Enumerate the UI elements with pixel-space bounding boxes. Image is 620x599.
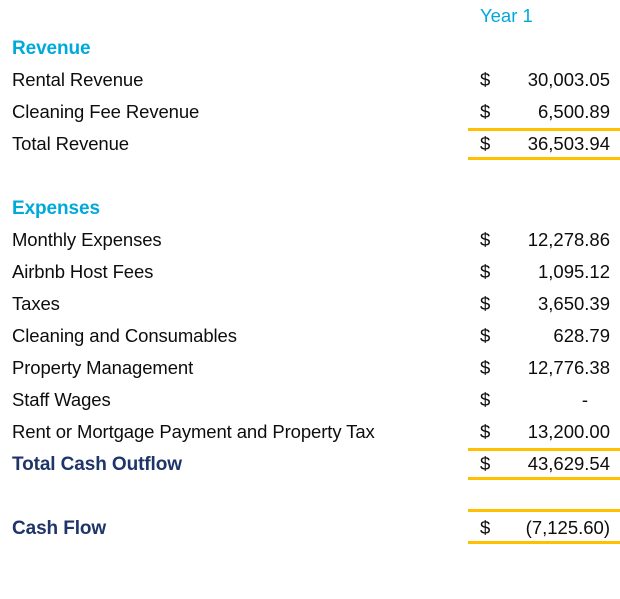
cash-flow-label: Cash Flow: [12, 517, 107, 539]
amount: -: [581, 388, 588, 410]
line-item-label: Airbnb Host Fees: [12, 260, 154, 282]
line-item-value: $ 3,650.39: [468, 288, 620, 320]
total-cash-outflow-label: Total Cash Outflow: [12, 453, 182, 475]
amount: 36,503.94: [527, 132, 610, 154]
table-row: Rent or Mortgage Payment and Property Ta…: [12, 416, 620, 448]
total-cash-outflow-row: Total Cash Outflow $ 43,629.54: [12, 448, 620, 480]
line-item-value: $ 6,500.89: [468, 96, 620, 128]
currency-symbol: $: [480, 292, 491, 314]
table-row: Monthly Expenses $ 12,278.86: [12, 224, 620, 256]
currency-symbol: $: [480, 228, 491, 250]
amount: 43,629.54: [527, 452, 610, 474]
line-item-value: $ -: [468, 384, 620, 416]
table-row: Taxes $ 3,650.39: [12, 288, 620, 320]
cash-flow-value: $ (7,125.60): [468, 512, 620, 544]
line-item-label: Monthly Expenses: [12, 228, 162, 250]
line-item-label: Staff Wages: [12, 388, 111, 410]
currency-symbol: $: [480, 452, 491, 474]
blank-row: [12, 480, 620, 512]
amount: (7,125.60): [525, 516, 610, 538]
currency-symbol: $: [480, 68, 491, 90]
line-item-value: $ 628.79: [468, 320, 620, 352]
expenses-section-heading-row: Expenses: [12, 192, 620, 224]
currency-symbol: $: [480, 260, 491, 282]
blank-row: [12, 160, 620, 192]
table-row: Cleaning Fee Revenue $ 6,500.89: [12, 96, 620, 128]
line-item-label: Taxes: [12, 292, 60, 314]
line-item-label: Rental Revenue: [12, 68, 144, 90]
year-column-header: Year 1: [480, 5, 533, 26]
line-item-value: $ 12,776.38: [468, 352, 620, 384]
total-revenue-value: $ 36,503.94: [468, 128, 620, 160]
amount: 12,776.38: [527, 356, 610, 378]
total-cash-outflow-value: $ 43,629.54: [468, 448, 620, 480]
currency-symbol: $: [480, 516, 491, 538]
line-item-label: Rent or Mortgage Payment and Property Ta…: [12, 420, 375, 442]
revenue-heading: Revenue: [12, 37, 91, 59]
amount: 628.79: [553, 324, 610, 346]
line-item-label: Cleaning Fee Revenue: [12, 100, 200, 122]
amount: 3,650.39: [537, 292, 610, 314]
line-item-value: $ 12,278.86: [468, 224, 620, 256]
table-row: Staff Wages $ -: [12, 384, 620, 416]
table-row: Rental Revenue $ 30,003.05: [12, 64, 620, 96]
line-item-label: Cleaning and Consumables: [12, 324, 237, 346]
currency-symbol: $: [480, 324, 491, 346]
expenses-heading: Expenses: [12, 197, 100, 219]
total-revenue-label: Total Revenue: [12, 132, 129, 154]
currency-symbol: $: [480, 420, 491, 442]
total-revenue-row: Total Revenue $ 36,503.94: [12, 128, 620, 160]
currency-symbol: $: [480, 356, 491, 378]
currency-symbol: $: [480, 388, 491, 410]
revenue-section-heading-row: Revenue: [12, 32, 620, 64]
line-item-label: Property Management: [12, 356, 194, 378]
amount: 12,278.86: [527, 228, 610, 250]
revenue-heading-value: [468, 32, 620, 64]
line-item-value: $ 30,003.05: [468, 64, 620, 96]
cash-flow-statement: Year 1 Revenue Rental Revenue $ 30,003.0…: [0, 0, 620, 599]
amount: 6,500.89: [537, 100, 610, 122]
table-row: Property Management $ 12,776.38: [12, 352, 620, 384]
line-item-value: $ 13,200.00: [468, 416, 620, 448]
amount: 30,003.05: [527, 68, 610, 90]
cash-flow-top-rule: [468, 480, 620, 512]
table-row: Cleaning and Consumables $ 628.79: [12, 320, 620, 352]
column-header-row: Year 1: [12, 0, 620, 32]
amount: 1,095.12: [537, 260, 610, 282]
currency-symbol: $: [480, 100, 491, 122]
table-row: Airbnb Host Fees $ 1,095.12: [12, 256, 620, 288]
currency-symbol: $: [480, 132, 491, 154]
cash-flow-row: Cash Flow $ (7,125.60): [12, 512, 620, 544]
line-item-value: $ 1,095.12: [468, 256, 620, 288]
amount: 13,200.00: [527, 420, 610, 442]
expenses-heading-value: [468, 192, 620, 224]
